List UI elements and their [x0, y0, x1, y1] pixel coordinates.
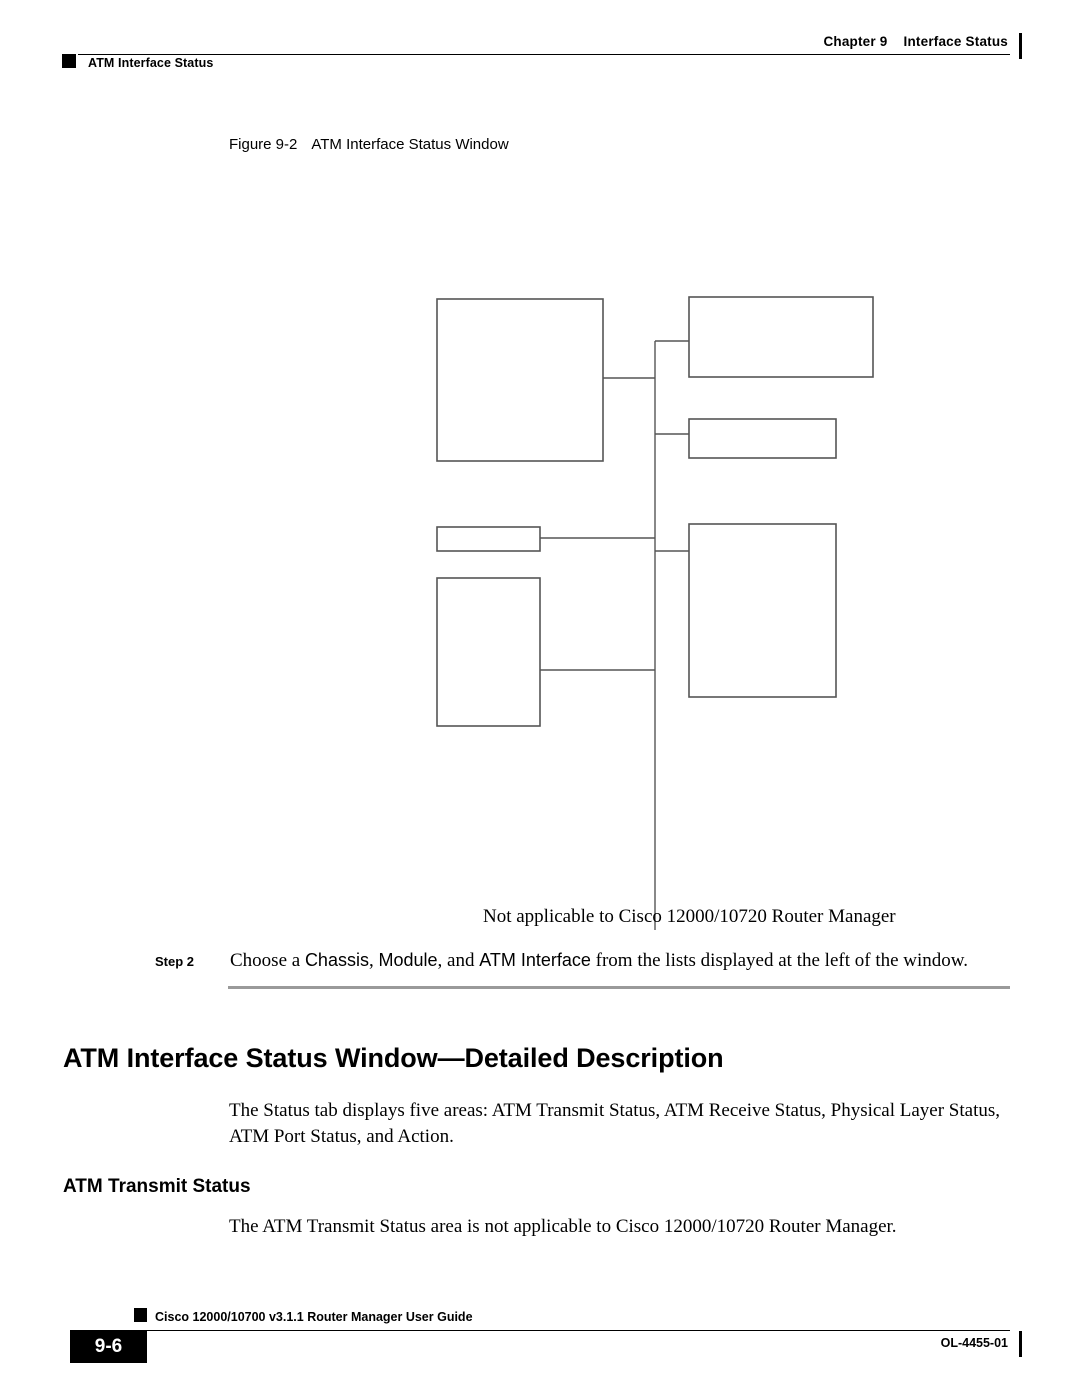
footer-end-bar	[1019, 1331, 1022, 1357]
footer-square-marker-icon	[134, 1308, 147, 1322]
footer-guide-title: Cisco 12000/10700 v3.1.1 Router Manager …	[155, 1310, 473, 1324]
page-footer: Cisco 12000/10700 v3.1.1 Router Manager …	[0, 0, 1080, 1397]
footer-page-number: 9-6	[94, 1336, 123, 1357]
footer-divider	[134, 1330, 1010, 1331]
footer-document-id: OL-4455-01	[940, 1336, 1008, 1350]
